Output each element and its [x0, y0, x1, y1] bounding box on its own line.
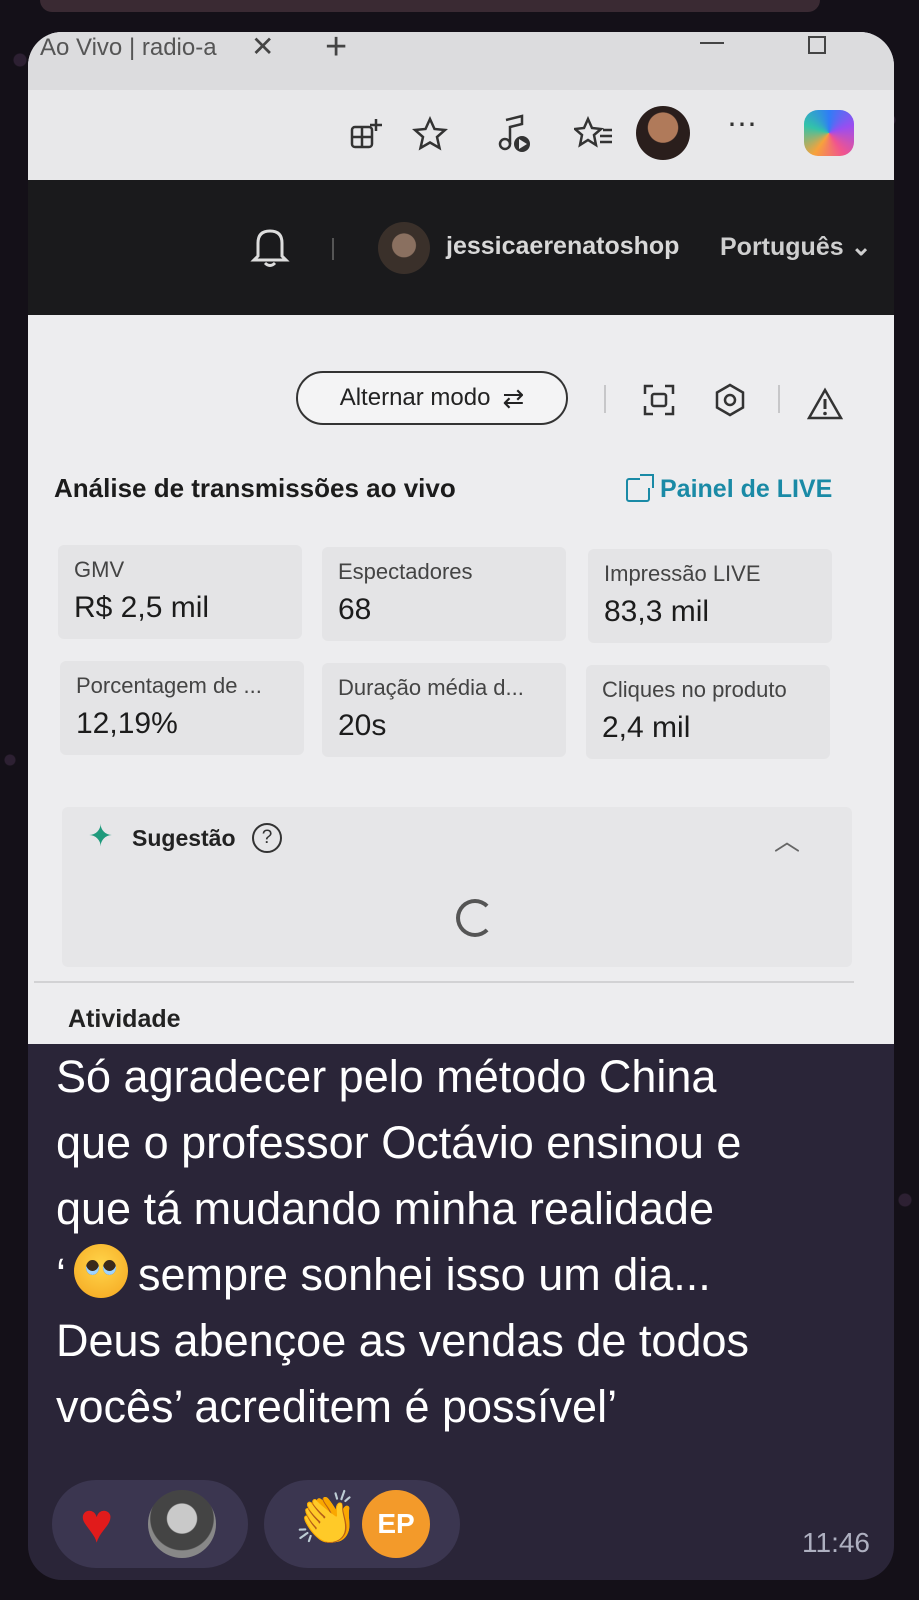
media-control-icon[interactable] [494, 114, 534, 154]
metric-label: Impressão LIVE [604, 561, 761, 586]
minimize-icon[interactable] [700, 42, 724, 44]
metric-value: 2,4 mil [602, 711, 691, 744]
reactor-avatar [148, 1490, 216, 1558]
metric-label: Espectadores [338, 559, 473, 584]
swap-icon: ⇄ [502, 382, 525, 413]
metric-card-viewers[interactable]: Espectadores 68 [322, 547, 566, 641]
message-line: vocês’ acreditem é possível’ [56, 1381, 618, 1432]
maximize-icon[interactable] [808, 36, 826, 54]
metric-label: GMV [74, 557, 125, 582]
new-tab-icon[interactable]: + [325, 32, 347, 69]
browser-tab-title[interactable]: Ao Vivo | radio-a [40, 34, 217, 62]
message-line: Deus abençoe as vendas de todos [56, 1315, 749, 1366]
browser-tab-strip: Ao Vivo | radio-a ✕ + [28, 32, 894, 90]
metric-value: 83,3 mil [604, 595, 710, 628]
metric-value: R$ 2,5 mil [74, 591, 210, 624]
suggestion-label: Sugestão [132, 825, 236, 851]
message-bubble[interactable]: Ao Vivo | radio-a ✕ + ⋯ jessicaerenatosh… [28, 32, 894, 1580]
metric-card-percentage[interactable]: Porcentagem de ... 12,19% [60, 661, 304, 755]
toggle-mode-button[interactable]: Alternar modo ⇄ [296, 371, 568, 425]
help-icon[interactable]: ? [252, 823, 282, 853]
chevron-up-icon[interactable]: ︿ [774, 821, 800, 858]
more-options-icon[interactable]: ⋯ [722, 104, 762, 144]
favorites-icon[interactable] [574, 114, 614, 154]
activity-heading: Atividade [68, 1005, 181, 1033]
bookmark-star-icon[interactable] [410, 114, 450, 154]
live-panel-link-label: Painel de LIVE [660, 475, 833, 503]
reactor-avatar-ep: EP [362, 1490, 430, 1558]
metric-card-product-clicks[interactable]: Cliques no produto 2,4 mil [586, 665, 830, 759]
section-divider [34, 981, 854, 983]
browser-profile-avatar[interactable] [636, 106, 690, 160]
message-line: sempre sonhei isso um dia... [138, 1249, 711, 1300]
metric-value: 12,19% [76, 707, 178, 740]
clapping-hands-icon: 👏 [294, 1490, 359, 1548]
quote-mark: ‘ [56, 1249, 66, 1300]
metric-card-avg-duration[interactable]: Duração média d... 20s [322, 663, 566, 757]
loading-spinner-icon [456, 899, 494, 937]
sparkle-icon: ✦ [88, 820, 114, 853]
reaction-clap[interactable]: 👏 EP [264, 1480, 460, 1568]
message-line: Só agradecer pelo método China [56, 1051, 717, 1102]
previous-message-edge [40, 0, 820, 12]
shop-avatar[interactable] [378, 222, 430, 274]
language-selector[interactable]: Português ⌄ [720, 232, 872, 262]
metric-card-gmv[interactable]: GMV R$ 2,5 mil [58, 545, 302, 639]
heart-icon: ♥ [80, 1491, 114, 1554]
add-tab-group-icon[interactable] [346, 114, 386, 154]
metric-label: Cliques no produto [602, 677, 787, 702]
suggestion-section: ✦ Sugestão ? ︿ [62, 807, 852, 967]
fullscreen-icon[interactable] [640, 381, 678, 419]
analysis-title: Análise de transmissões ao vivo [54, 473, 456, 503]
metric-card-impressions[interactable]: Impressão LIVE 83,3 mil [588, 549, 832, 643]
close-tab-icon[interactable]: ✕ [251, 32, 274, 63]
message-line-with-emoji: ‘ sempre sonhei isso um dia... [56, 1242, 856, 1308]
live-analysis-panel: Alternar modo ⇄ Análise de transmissões … [28, 315, 894, 1044]
browser-toolbar: ⋯ [28, 90, 894, 180]
settings-icon[interactable] [711, 381, 749, 419]
warning-icon[interactable] [806, 385, 844, 423]
message-line: que tá mudando minha realidade [56, 1183, 714, 1234]
reaction-heart[interactable]: ♥ [52, 1480, 248, 1568]
message-line: que o professor Octávio ensinou e [56, 1117, 742, 1168]
toggle-mode-label: Alternar modo [339, 384, 491, 411]
message-text: Só agradecer pelo método China que o pro… [56, 1044, 856, 1440]
header-divider [332, 238, 334, 260]
notification-bell-icon[interactable] [250, 224, 290, 277]
pleading-face-emoji-icon [74, 1244, 128, 1298]
attached-photo[interactable]: Ao Vivo | radio-a ✕ + ⋯ jessicaerenatosh… [28, 32, 894, 1044]
copilot-icon[interactable] [804, 110, 854, 156]
message-timestamp: 11:46 [802, 1527, 870, 1558]
metric-value: 20s [338, 709, 387, 742]
metric-label: Porcentagem de ... [76, 673, 262, 698]
live-panel-link[interactable]: Painel de LIVE [626, 473, 833, 504]
controls-divider [778, 385, 780, 413]
site-header: jessicaerenatoshop Português ⌄ [28, 180, 894, 315]
external-link-icon [626, 473, 654, 502]
shop-name[interactable]: jessicaerenatoshop [446, 232, 679, 261]
controls-divider [604, 385, 606, 413]
metric-value: 68 [338, 593, 372, 626]
metric-label: Duração média d... [338, 675, 524, 700]
